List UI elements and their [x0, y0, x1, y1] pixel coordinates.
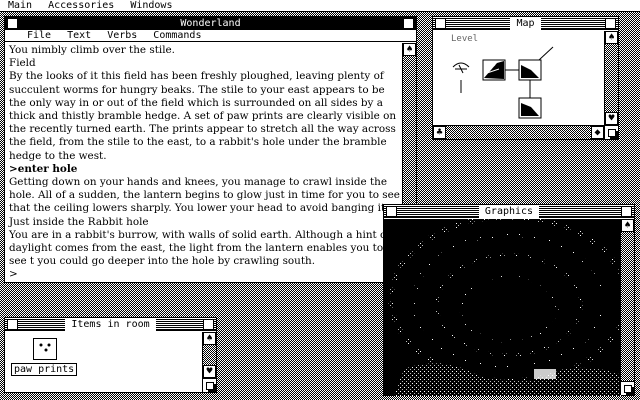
resize-box-icon[interactable] [620, 381, 634, 395]
menu-text[interactable]: Text [59, 30, 99, 41]
items-titlebar[interactable]: Items in room [5, 318, 216, 331]
graphics-vscroll[interactable]: ♠ [620, 219, 634, 381]
map-view[interactable] [435, 45, 603, 137]
scroll-up-arrow-icon[interactable]: ♠ [403, 43, 416, 56]
map-vscroll[interactable]: ♠ ♥ [604, 31, 618, 125]
zoom-box-icon[interactable] [203, 319, 214, 330]
story-line: You nimbly climb over the stile. [9, 44, 175, 56]
story-line: You are in a rabbit's burrow, with walls… [9, 228, 390, 268]
items-window: Items in room paw prints ♠ ♥ [4, 317, 217, 393]
paw-prints-label: paw prints [11, 363, 78, 376]
wonderland-menu: File Text Verbs Commands [5, 30, 416, 42]
story-line: Just inside the Rabbit hole [9, 215, 149, 228]
menu-accessories[interactable]: Accessories [40, 0, 122, 11]
map-room-south[interactable] [518, 80, 542, 119]
scroll-down-arrow-icon[interactable]: ♥ [605, 112, 618, 125]
map-room-hole[interactable] [518, 46, 554, 81]
map-window: Map Level ♠ ♥ ♣ ◆ [432, 16, 619, 140]
scroll-up-arrow-icon[interactable]: ♠ [621, 219, 634, 232]
map-titlebar[interactable]: Map [433, 17, 618, 30]
resize-box-icon[interactable] [604, 125, 618, 139]
wonderland-titlebar[interactable]: Wonderland [5, 17, 416, 30]
map-title: Map [510, 17, 541, 30]
story-line: By the looks of it this field has been f… [9, 70, 400, 162]
zoom-box-icon[interactable] [403, 18, 414, 29]
scroll-up-arrow-icon[interactable]: ♠ [203, 332, 216, 345]
scroll-down-arrow-icon[interactable]: ♥ [203, 365, 216, 378]
graphics-window: Graphics ♠ [383, 204, 635, 396]
close-box-icon[interactable] [386, 206, 397, 217]
system-menubar: Main Accessories Windows [0, 0, 640, 12]
map-player-marker-icon [452, 62, 470, 93]
menu-commands[interactable]: Commands [145, 30, 209, 41]
map-level-label: Level [451, 34, 479, 44]
wonderland-window: Wonderland File Text Verbs Commands You … [4, 16, 417, 283]
scroll-up-arrow-icon[interactable]: ♠ [605, 31, 618, 44]
zoom-box-icon[interactable] [621, 206, 632, 217]
story-text[interactable]: You nimbly climb over the stile. Field B… [7, 44, 400, 280]
menu-verbs[interactable]: Verbs [99, 30, 145, 41]
rabbit-hole-picture [384, 219, 634, 396]
story-line: Getting down on your hands and knees, yo… [9, 176, 400, 215]
zoom-box-icon[interactable] [605, 18, 616, 29]
input-prompt[interactable]: > [9, 268, 400, 280]
close-box-icon[interactable] [7, 18, 18, 29]
map-hscroll[interactable]: ♣ ◆ [433, 125, 604, 139]
menu-main[interactable]: Main [0, 0, 40, 11]
menu-file[interactable]: File [19, 30, 59, 41]
graphics-title: Graphics [478, 205, 540, 218]
scroll-left-arrow-icon[interactable]: ♣ [433, 126, 446, 139]
menu-windows[interactable]: Windows [122, 0, 180, 11]
story-command: >enter hole [9, 162, 78, 175]
resize-box-icon[interactable] [202, 378, 216, 392]
item-paw-prints[interactable]: paw prints [11, 338, 78, 378]
graphics-titlebar[interactable]: Graphics [384, 205, 634, 218]
items-title: Items in room [65, 318, 156, 331]
items-vscroll[interactable]: ♠ ♥ [202, 332, 216, 378]
map-room-field[interactable] [482, 59, 506, 81]
scroll-right-arrow-icon[interactable]: ◆ [591, 126, 604, 139]
paw-prints-icon [33, 338, 57, 360]
story-line: Field [9, 57, 36, 70]
close-box-icon[interactable] [7, 319, 18, 330]
wonderland-title: Wonderland [174, 17, 247, 30]
close-box-icon[interactable] [435, 18, 446, 29]
